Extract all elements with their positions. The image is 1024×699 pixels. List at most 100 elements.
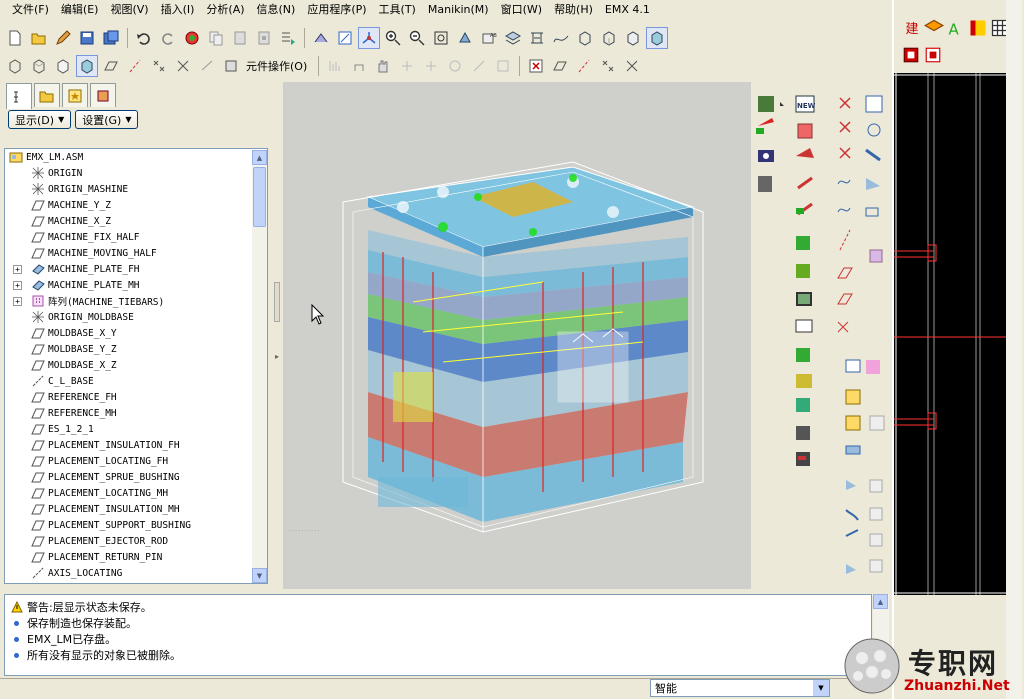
menu-insert[interactable]: 插入(I) — [155, 1, 201, 17]
menu-edit[interactable]: 编辑(E) — [55, 1, 105, 17]
edit-icon[interactable] — [52, 27, 74, 49]
scroll-up-icon[interactable]: ▲ — [873, 594, 888, 609]
tab-model-tree[interactable] — [6, 83, 32, 109]
plane-display-icon[interactable] — [549, 55, 571, 77]
paste-icon[interactable] — [229, 27, 251, 49]
tree-node[interactable]: ES_1_2_1 — [5, 421, 267, 437]
shading-icon[interactable] — [646, 27, 668, 49]
tree-node[interactable]: MOLDBASE_X_Z — [5, 357, 267, 373]
menu-analysis[interactable]: 分析(A) — [200, 1, 250, 17]
refit-icon[interactable] — [430, 27, 452, 49]
csys-icon[interactable] — [172, 55, 194, 77]
no-hidden-icon[interactable] — [52, 55, 74, 77]
tree-node[interactable]: + MACHINE_PLATE_MH — [5, 277, 267, 293]
tree-node[interactable]: PLACEMENT_INSULATION_MH — [5, 501, 267, 517]
wireframe-icon[interactable] — [574, 27, 596, 49]
layers-icon[interactable] — [924, 18, 944, 38]
expand-icon[interactable]: + — [13, 264, 22, 274]
color-icon[interactable] — [968, 18, 988, 38]
menu-view[interactable]: 视图(V) — [104, 1, 154, 17]
expand-icon[interactable]: + — [13, 296, 22, 306]
tree-node[interactable]: REFERENCE_MH — [5, 405, 267, 421]
orient-icon[interactable] — [334, 27, 356, 49]
tree-node[interactable]: MACHINE_X_Z — [5, 213, 267, 229]
tree-node[interactable]: MOLDBASE_X_Y — [5, 325, 267, 341]
drag-icon[interactable] — [348, 55, 370, 77]
regenerate-icon[interactable] — [181, 27, 203, 49]
tree-node[interactable]: ORIGIN_MASHINE — [5, 181, 267, 197]
scroll-down-icon[interactable]: ▼ — [252, 568, 267, 583]
tab-favorites[interactable] — [62, 83, 88, 107]
move-icon[interactable] — [420, 55, 442, 77]
tree-node[interactable]: ORIGIN — [5, 165, 267, 181]
pen-icon[interactable]: A — [946, 18, 966, 38]
snap-icon[interactable] — [468, 55, 490, 77]
tree-node[interactable]: MACHINE_FIX_HALF — [5, 229, 267, 245]
tree-node[interactable]: AXIS_LOCATING — [5, 565, 267, 581]
tree-node[interactable]: + MACHINE_PLATE_FH — [5, 261, 267, 277]
scroll-thumb[interactable] — [253, 167, 266, 227]
chevron-down-icon[interactable]: ▼ — [813, 680, 829, 696]
point-icon[interactable] — [396, 55, 418, 77]
paste-special-icon[interactable] — [253, 27, 275, 49]
tree-node[interactable]: MACHINE_MOVING_HALF — [5, 245, 267, 261]
close-box-icon[interactable] — [525, 55, 547, 77]
tree-node[interactable]: PLACEMENT_LOCATING_FH — [5, 453, 267, 469]
selection-filter-select[interactable]: 智能 ▼ — [650, 679, 830, 697]
tab-folder-browser[interactable] — [34, 83, 60, 107]
hidden-line-icon[interactable] — [28, 55, 50, 77]
shading-icon[interactable] — [76, 55, 98, 77]
tree-node[interactable]: + 阵列(MACHINE_TIEBARS) — [5, 293, 267, 309]
tree-node[interactable]: PLACEMENT_SPRUE_BUSHING — [5, 469, 267, 485]
mold-assembly-model[interactable]: · · · · · · · · · · — [283, 82, 751, 589]
saved-views-icon[interactable]: AB — [478, 27, 500, 49]
tree-node[interactable]: PLACEMENT_EJECTOR_ROD — [5, 533, 267, 549]
datum-planes-icon[interactable] — [100, 55, 122, 77]
zoom-in-icon[interactable] — [382, 27, 404, 49]
tree-node[interactable]: REFERENCE_FH — [5, 389, 267, 405]
tree-scrollbar[interactable]: ▲ ▼ — [252, 150, 267, 583]
side-scrollbar[interactable] — [1006, 0, 1022, 699]
tree-node[interactable]: MOLDBASE_Y_Z — [5, 341, 267, 357]
save-icon[interactable] — [76, 27, 98, 49]
tree-root[interactable]: EMX_LM.ASM — [5, 149, 267, 165]
layers-icon[interactable] — [502, 27, 524, 49]
redo-icon[interactable] — [157, 27, 179, 49]
point-display-icon[interactable] — [597, 55, 619, 77]
wireframe-icon[interactable] — [4, 55, 26, 77]
undo-icon[interactable] — [133, 27, 155, 49]
component-ops-icon[interactable] — [220, 55, 242, 77]
no-hidden-icon[interactable] — [622, 27, 644, 49]
datum-axes-icon[interactable] — [124, 55, 146, 77]
tree-node[interactable]: C_L_BASE — [5, 373, 267, 389]
assemble-icon[interactable] — [324, 55, 346, 77]
scroll-up-icon[interactable]: ▲ — [252, 150, 267, 165]
axis-display-icon[interactable] — [573, 55, 595, 77]
menu-applications[interactable]: 应用程序(P) — [301, 1, 372, 17]
build-tab[interactable]: 建 — [902, 18, 922, 38]
frame-icon[interactable] — [902, 46, 920, 64]
side-canvas[interactable] — [894, 73, 1006, 595]
reorient-icon[interactable] — [454, 27, 476, 49]
menu-window[interactable]: 窗口(W) — [495, 1, 548, 17]
menu-info[interactable]: 信息(N) — [251, 1, 302, 17]
hidden-line-icon[interactable] — [598, 27, 620, 49]
tree-node[interactable]: PLACEMENT_INSULATION_FH — [5, 437, 267, 453]
copy-icon[interactable] — [205, 27, 227, 49]
open-icon[interactable] — [28, 27, 50, 49]
tree-node[interactable]: ORIGIN_MOLDBASE — [5, 309, 267, 325]
tree-node[interactable]: PLACEMENT_LOCATING_MH — [5, 485, 267, 501]
new-icon[interactable] — [4, 27, 26, 49]
csys-display-icon[interactable] — [621, 55, 643, 77]
menu-file[interactable]: 文件(F) — [6, 1, 55, 17]
spin-center-icon[interactable] — [358, 27, 380, 49]
frame-alt-icon[interactable] — [924, 46, 942, 64]
view-manager-icon[interactable] — [526, 27, 548, 49]
tree-node[interactable]: MACHINE_Y_Z — [5, 197, 267, 213]
hand-icon[interactable] — [372, 55, 394, 77]
menu-help[interactable]: 帮助(H) — [548, 1, 599, 17]
rotate-icon[interactable] — [444, 55, 466, 77]
graphics-window[interactable]: · · · · · · · · · · — [283, 82, 751, 589]
show-dropdown[interactable]: 显示(D) ▼ — [8, 110, 72, 129]
component-ops-label[interactable]: 元件操作(O) — [246, 58, 307, 74]
